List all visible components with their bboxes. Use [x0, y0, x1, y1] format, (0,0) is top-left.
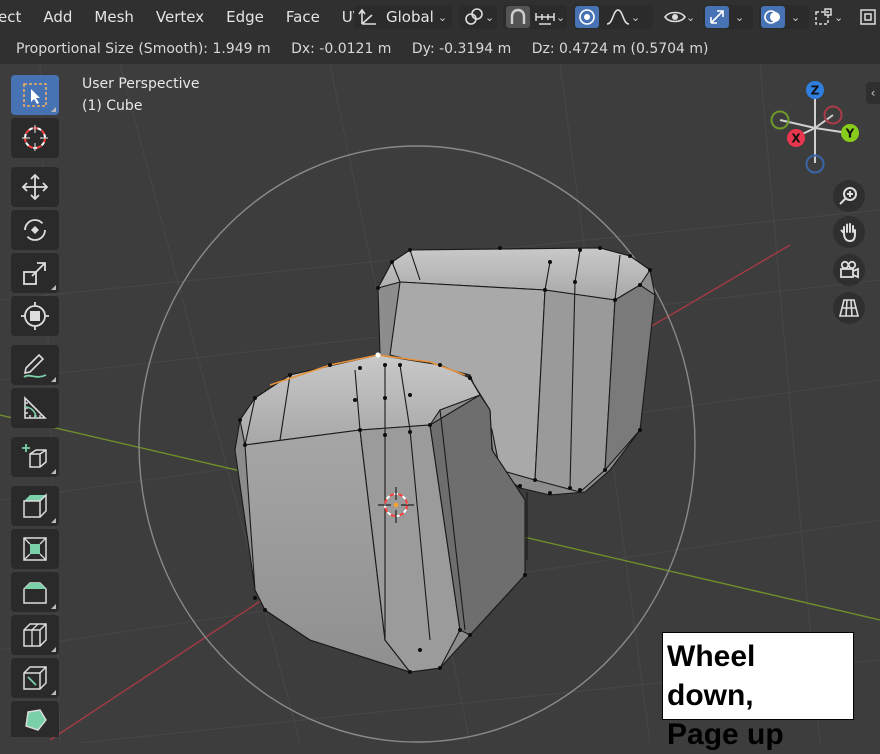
tool-inset-faces[interactable] [11, 529, 59, 569]
pivot-icon [465, 8, 483, 25]
pencil-icon [23, 353, 47, 378]
proportional-size-readout: Proportional Size (Smooth): 1.949 m [16, 41, 271, 57]
chevron-down-icon: ⌄ [834, 10, 844, 24]
bevel-icon [23, 582, 47, 604]
xray-icon [860, 9, 876, 25]
menu-select[interactable]: ect [0, 0, 32, 34]
add-cube-icon [22, 444, 47, 468]
scale-icon [23, 262, 46, 285]
xray-toggle[interactable] [856, 5, 880, 29]
proportional-target-icon [579, 9, 595, 25]
select-box-icon [23, 83, 47, 107]
ruler-icon [24, 396, 47, 419]
tool-extrude-region[interactable] [11, 486, 59, 526]
chevron-down-icon[interactable]: ⌄ [556, 11, 565, 24]
snap-toggle[interactable] [506, 6, 530, 28]
dz-readout: Dz: 0.4724 m (0.5704 m) [531, 41, 709, 57]
gizmo-z-label: Z [811, 84, 820, 98]
orientation-label: Global [386, 8, 434, 26]
chevron-down-icon[interactable]: ⌄ [791, 11, 800, 24]
dy-readout: Dy: -0.3194 m [411, 41, 512, 57]
shortcut-callout: Wheel down, Page up [662, 632, 854, 751]
pivot-point-dropdown[interactable]: ⌄ [459, 5, 497, 29]
gizmo-x-label: X [791, 132, 801, 146]
chevron-down-icon[interactable]: ⌄ [631, 11, 640, 24]
cursor-icon [22, 125, 48, 151]
extrude-icon [23, 493, 47, 518]
chevron-down-icon: ⌄ [485, 10, 495, 24]
tool-bevel[interactable] [11, 572, 59, 612]
gizmo-toggle[interactable] [705, 6, 729, 28]
snapping-group: ⌄ [503, 5, 567, 29]
camera-icon [840, 260, 859, 279]
tool-annotate[interactable] [11, 345, 59, 385]
tool-measure[interactable] [11, 388, 59, 428]
eye-icon [664, 11, 686, 23]
move-icon [21, 173, 49, 201]
rotate-icon [24, 219, 46, 241]
pan-button[interactable] [833, 216, 865, 248]
mesh-edit-overlays-dropdown[interactable]: ⌄ [812, 5, 852, 29]
menu-mesh[interactable]: Mesh [83, 0, 145, 34]
transform-icon [21, 302, 49, 330]
menu-add[interactable]: Add [32, 0, 83, 34]
tool-move[interactable] [11, 167, 59, 207]
zoom-button[interactable] [833, 180, 865, 212]
grid-projection-icon [838, 299, 860, 317]
tool-loop-cut[interactable] [11, 615, 59, 655]
tool-select-box[interactable] [11, 75, 59, 115]
mesh-edit-overlay-icon [815, 8, 832, 25]
chevron-down-icon: ⌄ [437, 10, 448, 24]
front-cube-part [234, 354, 526, 674]
view-name-label: User Perspective [82, 76, 200, 92]
menu-edge[interactable]: Edge [215, 0, 275, 34]
callout-line-2: Page up [667, 718, 784, 751]
tool-rotate[interactable] [11, 210, 59, 250]
navigation-gizmo[interactable]: Z X Y [770, 81, 860, 174]
hand-icon [840, 223, 856, 243]
tool-cursor[interactable] [11, 118, 59, 158]
transform-status-bar: Proportional Size (Smooth): 1.949 m Dx: … [0, 34, 880, 64]
gizmo-y-label: Y [845, 127, 855, 141]
orientation-axes-icon [358, 8, 376, 25]
tool-poly-build[interactable] [11, 701, 59, 737]
proportional-editing-group: ⌄ [573, 5, 653, 29]
gizmo-arrows-icon [710, 10, 724, 24]
proportional-editing-toggle[interactable] [575, 6, 599, 28]
falloff-curve-icon[interactable] [605, 8, 631, 26]
overlays-toggle[interactable] [761, 6, 785, 28]
callout-line-1: Wheel down, [667, 640, 756, 712]
chevron-down-icon[interactable]: ⌄ [735, 11, 744, 24]
dx-readout: Dx: -0.0121 m [291, 41, 392, 57]
chevron-down-icon: ⌄ [686, 10, 696, 24]
zoom-icon [839, 187, 857, 205]
knife-icon [23, 666, 47, 690]
menu-vertex[interactable]: Vertex [145, 0, 215, 34]
mesh-vertex-selected [375, 352, 381, 358]
loop-cut-icon [23, 623, 47, 647]
tool-add-cube[interactable] [11, 437, 59, 477]
active-object-label: (1) Cube [82, 98, 143, 114]
selectability-visibility-dropdown[interactable]: ⌄ [658, 5, 698, 29]
tool-transform[interactable] [11, 296, 59, 336]
sidebar-toggle[interactable]: ‹ [866, 82, 880, 104]
transform-orientation-dropdown[interactable]: Global ⌄ [354, 5, 452, 29]
menu-face[interactable]: Face [275, 0, 331, 34]
camera-view-button[interactable] [833, 254, 865, 286]
projection-toggle-button[interactable] [833, 292, 865, 324]
tool-knife[interactable] [11, 658, 59, 698]
tool-scale[interactable] [11, 253, 59, 293]
inset-icon [23, 537, 47, 561]
poly-build-icon [25, 709, 47, 731]
overlays-group: ⌄ [759, 5, 809, 29]
overlays-icon [764, 10, 780, 24]
magnet-icon [510, 8, 526, 24]
gizmo-group: ⌄ [703, 5, 753, 29]
snap-increment-icon[interactable] [534, 8, 556, 26]
